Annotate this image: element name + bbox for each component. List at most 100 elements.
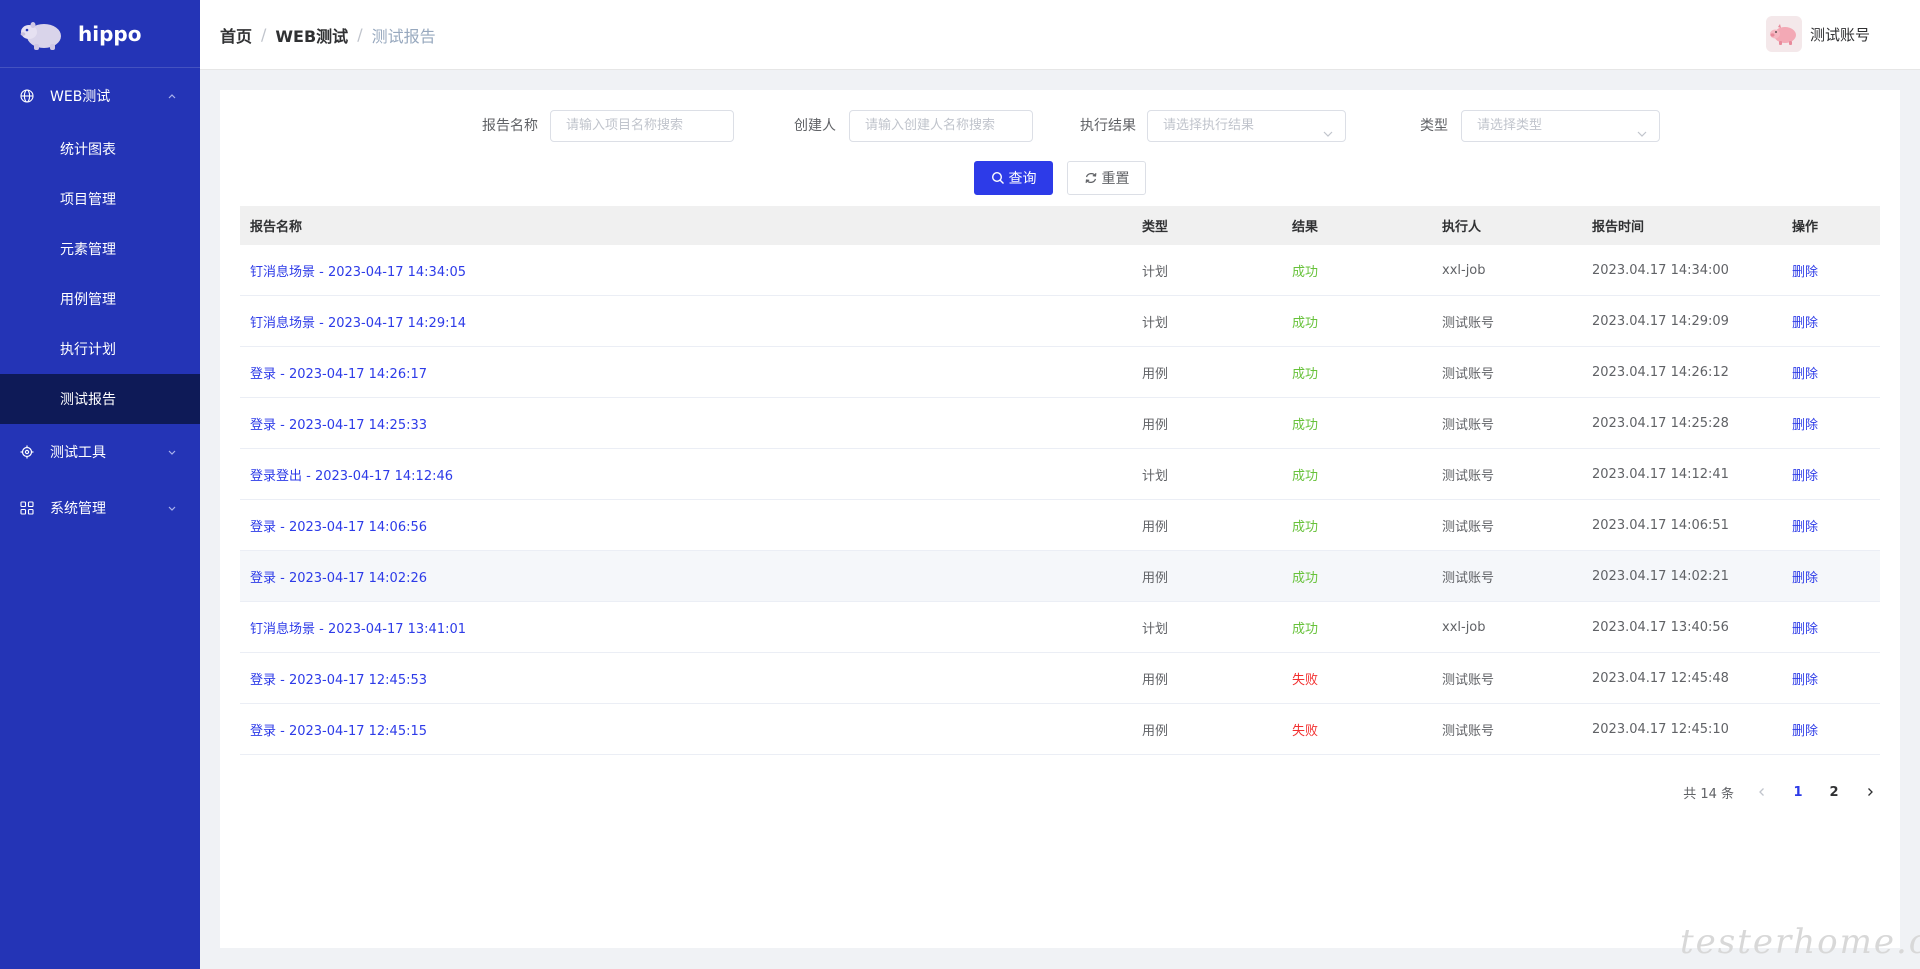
sidebar-item-stats-chart[interactable]: 统计图表 (0, 124, 200, 174)
report-result-cell: 失败 (1292, 672, 1319, 688)
report-name-link[interactable]: 登录 - 2023-04-17 12:45:53 (240, 669, 1132, 688)
report-name-link[interactable]: 登录 - 2023-04-17 14:25:33 (240, 414, 1132, 433)
breadcrumb: 首页 / WEB测试 / 测试报告 (220, 23, 436, 47)
report-name-link[interactable]: 登录登出 - 2023-04-17 14:12:46 (240, 465, 1132, 484)
report-result-cell: 成功 (1292, 570, 1319, 586)
report-executor-cell: 测试账号 (1442, 417, 1495, 433)
sidebar-item-test-report[interactable]: 测试报告 (0, 374, 200, 424)
result-select[interactable]: 请选择执行结果 (1147, 110, 1346, 142)
table-row: 登录 - 2023-04-17 12:45:53 用例 失败 测试账号 2023.04.… (240, 653, 1880, 704)
report-executor-cell: 测试账号 (1442, 672, 1495, 688)
delete-button[interactable]: 删除 (1782, 669, 1880, 688)
type-select[interactable]: 请选择类型 (1461, 110, 1660, 142)
pagination: 共 14 条 1 2 (1683, 776, 1888, 808)
report-time-cell: 2023.04.17 14:02:21 (1592, 568, 1729, 584)
column-header-result: 结果 (1292, 220, 1319, 235)
table-body: 钉消息场景 - 2023-04-17 14:34:05 计划 成功 xxl-job 20… (240, 245, 1880, 755)
delete-button[interactable]: 删除 (1782, 618, 1880, 637)
table-row: 登录 - 2023-04-17 14:02:26 用例 成功 测试账号 2023.04.… (240, 551, 1880, 602)
chevron-right-icon[interactable] (1852, 778, 1888, 806)
delete-button[interactable]: 删除 (1782, 312, 1880, 331)
top-header: 首页 / WEB测试 / 测试报告 测试账号 (200, 0, 1920, 70)
report-time-cell: 2023.04.17 14:26:12 (1592, 364, 1729, 380)
report-time-cell: 2023.04.17 13:40:56 (1592, 619, 1729, 635)
report-result-cell: 成功 (1292, 621, 1319, 637)
report-executor-cell: 测试账号 (1442, 519, 1495, 535)
menu-group-label: 系统管理 (50, 501, 106, 517)
report-name-link[interactable]: 登录 - 2023-04-17 12:45:15 (240, 720, 1132, 739)
report-executor-cell: 测试账号 (1442, 366, 1495, 382)
chevron-down-icon (166, 446, 178, 458)
delete-button[interactable]: 删除 (1782, 567, 1880, 586)
report-type-cell: 用例 (1142, 723, 1169, 739)
table-row: 钉消息场景 - 2023-04-17 14:34:05 计划 成功 xxl-job 20… (240, 245, 1880, 296)
search-icon (991, 171, 1005, 185)
app-logo[interactable]: hippo (0, 0, 200, 68)
column-header-report-name: 报告名称 (250, 220, 303, 235)
delete-button[interactable]: 删除 (1782, 465, 1880, 484)
report-executor-cell: 测试账号 (1442, 723, 1495, 739)
breadcrumb-web-test[interactable]: WEB测试 (275, 23, 348, 47)
report-executor-cell: xxl-job (1442, 619, 1486, 635)
chevron-down-icon (1637, 121, 1647, 137)
type-label: 类型 (1420, 118, 1448, 134)
report-name-link[interactable]: 登录 - 2023-04-17 14:06:56 (240, 516, 1132, 535)
report-time-cell: 2023.04.17 14:34:00 (1592, 262, 1729, 278)
page-2-button[interactable]: 2 (1816, 778, 1852, 806)
report-name-link[interactable]: 钉消息场景 - 2023-04-17 14:34:05 (240, 261, 1132, 280)
table-row: 登录 - 2023-04-17 14:25:33 用例 成功 测试账号 2023.04.… (240, 398, 1880, 449)
delete-button[interactable]: 删除 (1782, 720, 1880, 739)
report-name-link[interactable]: 钉消息场景 - 2023-04-17 13:41:01 (240, 618, 1132, 637)
menu-group-system-management[interactable]: 系统管理 (0, 480, 200, 536)
reset-button-label: 重置 (1101, 171, 1130, 187)
hippo-logo-icon (20, 16, 64, 52)
report-name-link[interactable]: 钉消息场景 - 2023-04-17 14:29:14 (240, 312, 1132, 331)
delete-button[interactable]: 删除 (1782, 516, 1880, 535)
report-name-link[interactable]: 登录 - 2023-04-17 14:26:17 (240, 363, 1132, 382)
creator-input[interactable]: 请输入创建人名称搜索 (849, 110, 1033, 142)
chevron-down-icon (1323, 121, 1333, 137)
report-executor-cell: 测试账号 (1442, 570, 1495, 586)
reset-button[interactable]: 重置 (1067, 161, 1146, 195)
report-time-cell: 2023.04.17 12:45:10 (1592, 721, 1729, 737)
report-executor-cell: xxl-job (1442, 262, 1486, 278)
sidebar-item-project-management[interactable]: 项目管理 (0, 174, 200, 224)
menu-group-test-tools[interactable]: 测试工具 (0, 424, 200, 480)
sidebar-item-case-management[interactable]: 用例管理 (0, 274, 200, 324)
report-type-cell: 用例 (1142, 519, 1169, 535)
report-name-input[interactable]: 请输入项目名称搜索 (550, 110, 734, 142)
report-type-cell: 用例 (1142, 672, 1169, 688)
menu-group-label: WEB测试 (50, 89, 111, 105)
report-type-cell: 用例 (1142, 366, 1169, 382)
search-button-label: 查询 (1008, 171, 1037, 187)
report-result-cell: 成功 (1292, 417, 1319, 433)
breadcrumb-home[interactable]: 首页 (220, 23, 252, 47)
report-name-link[interactable]: 登录 - 2023-04-17 14:02:26 (240, 567, 1132, 586)
report-time-cell: 2023.04.17 14:06:51 (1592, 517, 1729, 533)
user-menu[interactable]: 测试账号 (1765, 16, 1870, 52)
report-type-cell: 计划 (1142, 468, 1169, 484)
filter-bar: 报告名称 请输入项目名称搜索 创建人 请输入创建人名称搜索 执行结果 请选择执行… (220, 110, 1900, 142)
result-label: 执行结果 (1080, 118, 1136, 134)
table-row: 钉消息场景 - 2023-04-17 14:29:14 计划 成功 测试账号 2023.… (240, 296, 1880, 347)
sidebar-item-element-management[interactable]: 元素管理 (0, 224, 200, 274)
breadcrumb-current: 测试报告 (371, 26, 436, 46)
search-button[interactable]: 查询 (974, 161, 1053, 195)
chevron-left-icon[interactable] (1744, 778, 1780, 806)
report-result-cell: 成功 (1292, 315, 1319, 331)
page-1-button[interactable]: 1 (1780, 778, 1816, 806)
report-type-cell: 用例 (1142, 570, 1169, 586)
report-type-cell: 计划 (1142, 264, 1169, 280)
pig-avatar-icon (1765, 16, 1802, 52)
breadcrumb-separator: / (261, 25, 267, 44)
column-header-report-time: 报告时间 (1592, 220, 1645, 235)
delete-button[interactable]: 删除 (1782, 414, 1880, 433)
table-row: 钉消息场景 - 2023-04-17 13:41:01 计划 成功 xxl-job 20… (240, 602, 1880, 653)
report-table: 报告名称 类型 结果 执行人 报告时间 操作 钉消息场景 - 2023-04-1… (240, 206, 1880, 755)
app-name: hippo (78, 21, 142, 46)
delete-button[interactable]: 删除 (1782, 261, 1880, 280)
sidebar-item-execution-plan[interactable]: 执行计划 (0, 324, 200, 374)
menu-group-web-test[interactable]: WEB测试 (0, 68, 200, 124)
report-type-cell: 计划 (1142, 315, 1169, 331)
delete-button[interactable]: 删除 (1782, 363, 1880, 382)
